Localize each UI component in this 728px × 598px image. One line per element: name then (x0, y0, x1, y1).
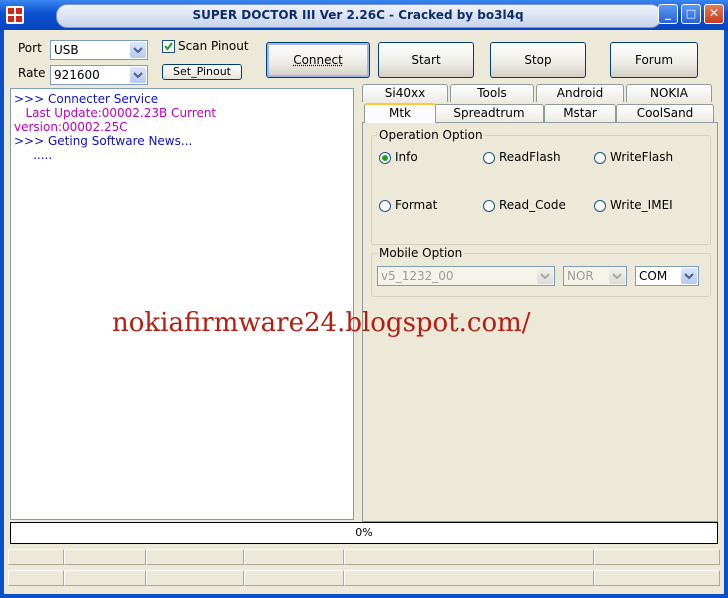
tab-android[interactable]: Android (536, 84, 624, 102)
start-button[interactable]: Start (378, 42, 474, 78)
title-bar[interactable]: SUPER DOCTOR III Ver 2.26C - Cracked by … (0, 0, 728, 30)
mobile-option-title: Mobile Option (377, 246, 465, 260)
status-bar-2 (8, 570, 720, 586)
maximize-button[interactable]: □ (681, 4, 701, 24)
com-port-select[interactable]: COM (635, 266, 699, 286)
scan-pinout-label: Scan Pinout (178, 39, 249, 53)
log-line: version:00002.25C (14, 120, 128, 134)
tab-spreadtrum[interactable]: Spreadtrum (434, 104, 544, 122)
tab-mtk[interactable]: Mtk (364, 103, 436, 123)
radio-write-imei[interactable] (594, 200, 606, 212)
status-cell (64, 549, 146, 565)
rate-label: Rate (18, 66, 46, 80)
chevron-down-icon[interactable] (130, 42, 146, 58)
forum-button[interactable]: Forum (610, 42, 698, 78)
status-cell (8, 570, 64, 586)
port-select[interactable]: USB (50, 40, 148, 60)
chevron-down-icon[interactable] (681, 268, 697, 284)
log-line: >>> Geting Software News... (14, 134, 193, 148)
app-window: SUPER DOCTOR III Ver 2.26C - Cracked by … (0, 0, 728, 598)
set-pinout-button[interactable]: Set_Pinout (162, 64, 242, 80)
rate-value: 921600 (54, 68, 100, 82)
log-line: ..... (14, 148, 53, 162)
radio-format[interactable] (379, 200, 391, 212)
watermark-text: nokiafirmware24.blogspot.com/ (112, 308, 531, 338)
radio-info-label: Info (395, 150, 418, 164)
progress-text: 0% (355, 526, 373, 539)
port-label: Port (18, 41, 42, 55)
status-cell (344, 549, 594, 565)
radio-info[interactable] (379, 152, 391, 164)
status-cell (594, 570, 720, 586)
rate-select[interactable]: 921600 (50, 65, 148, 85)
minimize-button[interactable]: _ (658, 4, 678, 24)
log-console[interactable]: >>> Connecter Service Last Update:00002.… (10, 88, 354, 520)
log-line: Last Update:00002.23B Current (14, 106, 217, 120)
status-cell (64, 570, 146, 586)
tab-coolsand[interactable]: CoolSand (616, 104, 714, 122)
radio-writeflash-label: WriteFlash (610, 150, 674, 164)
chevron-down-icon[interactable] (537, 268, 553, 284)
chevron-down-icon[interactable] (130, 67, 146, 83)
status-cell (244, 570, 344, 586)
radio-read-code[interactable] (483, 200, 495, 212)
progress-bar: 0% (10, 522, 718, 544)
port-value: USB (54, 43, 79, 57)
close-button[interactable]: ✕ (704, 4, 724, 24)
flash-type-select[interactable]: NOR (563, 266, 627, 286)
status-cell (594, 549, 720, 565)
tab-nokia[interactable]: NOKIA (626, 84, 712, 102)
radio-write-imei-label: Write_IMEI (610, 198, 673, 212)
status-cell (8, 549, 64, 565)
status-cell (244, 549, 344, 565)
tab-tools[interactable]: Tools (450, 84, 534, 102)
com-port-value: COM (639, 269, 668, 283)
connect-button[interactable]: Connect (266, 42, 370, 78)
mobile-version-value: v5_1232_00 (381, 269, 454, 283)
flash-type-value: NOR (567, 269, 594, 283)
chevron-down-icon[interactable] (609, 268, 625, 284)
radio-readflash-label: ReadFlash (499, 150, 561, 164)
tab-mstar[interactable]: Mstar (544, 104, 616, 122)
status-cell (344, 570, 594, 586)
app-icon[interactable] (6, 6, 24, 24)
log-line: >>> Connecter Service (14, 92, 159, 106)
status-bar-1 (8, 549, 720, 565)
status-cell (146, 570, 244, 586)
radio-writeflash[interactable] (594, 152, 606, 164)
tab-si40xx[interactable]: Si40xx (362, 84, 448, 102)
scan-pinout-checkbox[interactable] (162, 40, 175, 53)
radio-format-label: Format (395, 198, 438, 212)
operation-option-title: Operation Option (377, 128, 485, 142)
window-title: SUPER DOCTOR III Ver 2.26C - Cracked by … (192, 8, 524, 22)
mobile-version-select[interactable]: v5_1232_00 (377, 266, 555, 286)
radio-selected-dot (382, 155, 388, 161)
radio-read-code-label: Read_Code (499, 198, 566, 212)
radio-readflash[interactable] (483, 152, 495, 164)
stop-button[interactable]: Stop (490, 42, 586, 78)
status-cell (146, 549, 244, 565)
